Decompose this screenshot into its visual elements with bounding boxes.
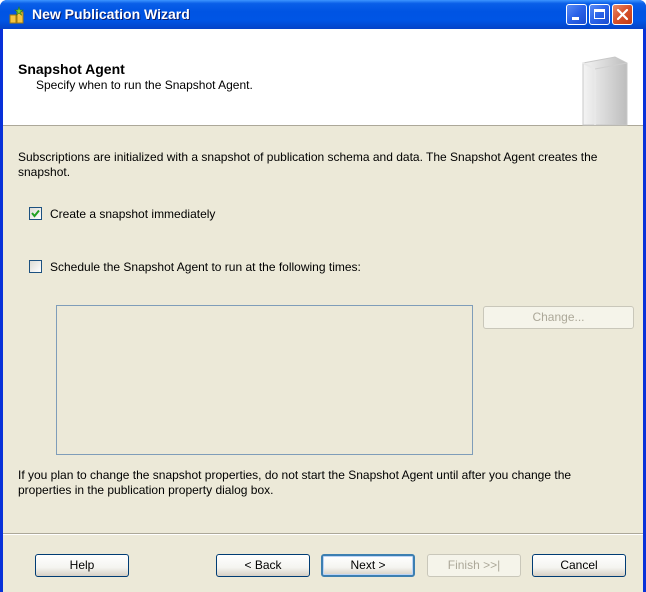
maximize-button[interactable] (589, 4, 610, 25)
intro-text: Subscriptions are initialized with a sna… (18, 150, 598, 179)
change-schedule-button[interactable]: Change... (483, 306, 634, 329)
footer-separator (3, 533, 643, 535)
dialog-client-area: Snapshot Agent Specify when to run the S… (3, 29, 643, 592)
schedule-description-box (56, 305, 473, 455)
minimize-icon (572, 17, 579, 20)
minimize-button[interactable] (566, 4, 587, 25)
next-button[interactable]: Next > (321, 554, 415, 577)
back-button[interactable]: < Back (216, 554, 310, 577)
wizard-app-icon (8, 6, 26, 24)
finish-button[interactable]: Finish >>| (427, 554, 521, 577)
wizard-header: Snapshot Agent Specify when to run the S… (3, 29, 643, 126)
cancel-button[interactable]: Cancel (532, 554, 626, 577)
schedule-agent-checkbox[interactable] (29, 260, 42, 273)
title-bar[interactable]: New Publication Wizard (0, 0, 646, 29)
schedule-agent-label: Schedule the Snapshot Agent to run at th… (50, 260, 361, 274)
create-snapshot-checkbox[interactable] (29, 207, 42, 220)
close-button[interactable] (612, 4, 633, 25)
wizard-banner-icon (582, 56, 628, 126)
close-icon (616, 8, 629, 21)
create-snapshot-option[interactable]: Create a snapshot immediately (29, 207, 269, 223)
schedule-agent-option[interactable]: Schedule the Snapshot Agent to run at th… (29, 260, 469, 276)
create-snapshot-label: Create a snapshot immediately (50, 207, 216, 221)
page-subtitle: Specify when to run the Snapshot Agent. (36, 78, 253, 92)
maximize-icon (594, 9, 605, 19)
window-title: New Publication Wizard (32, 6, 190, 22)
checkmark-icon (31, 209, 40, 218)
wizard-window: New Publication Wizard Snapshot Agent Sp… (0, 0, 646, 592)
page-title: Snapshot Agent (18, 61, 125, 77)
help-button[interactable]: Help (35, 554, 129, 577)
note-text: If you plan to change the snapshot prope… (18, 468, 572, 497)
